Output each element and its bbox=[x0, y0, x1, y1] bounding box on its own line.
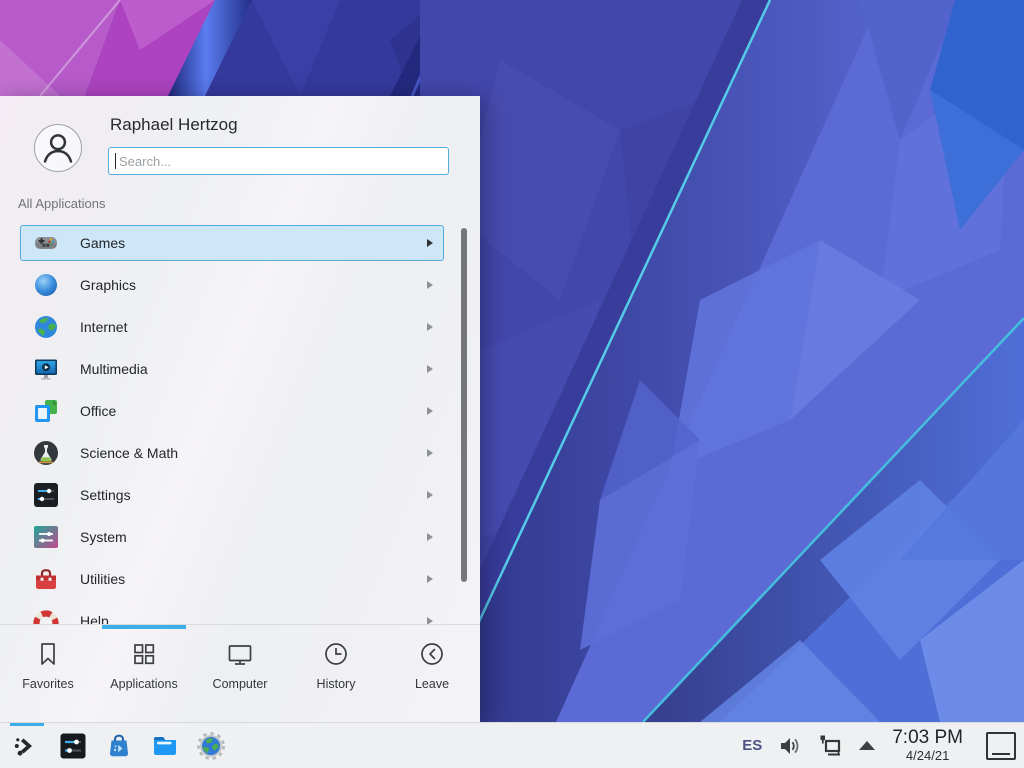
bookmark-icon bbox=[33, 639, 63, 669]
application-launcher-popup: Raphael Hertzog All Applications bbox=[0, 96, 480, 722]
submenu-arrow-icon bbox=[427, 323, 433, 331]
category-label: Office bbox=[80, 403, 116, 419]
tab-leave[interactable]: Leave bbox=[384, 625, 480, 722]
category-office[interactable]: Office bbox=[0, 390, 480, 432]
clock-time: 7:03 PM bbox=[892, 727, 963, 749]
category-utilities[interactable]: Utilities bbox=[0, 558, 480, 600]
tab-label: Applications bbox=[110, 677, 177, 691]
submenu-arrow-icon bbox=[427, 281, 433, 289]
category-label: System bbox=[80, 529, 127, 545]
category-graphics[interactable]: Graphics bbox=[0, 264, 480, 306]
sliders-icon bbox=[32, 481, 60, 509]
category-help[interactable]: Help bbox=[0, 600, 480, 624]
launcher-tabbar: Favorites Applications Computer bbox=[0, 625, 480, 722]
category-list: Games Graphics bbox=[0, 222, 480, 624]
leave-icon bbox=[417, 639, 447, 669]
category-label: Settings bbox=[80, 487, 131, 503]
app-launcher-button[interactable] bbox=[12, 731, 42, 761]
discover-button[interactable] bbox=[104, 731, 134, 761]
text-caret bbox=[115, 153, 116, 169]
show-desktop-button[interactable] bbox=[986, 732, 1016, 760]
category-internet[interactable]: Internet bbox=[0, 306, 480, 348]
globe-icon bbox=[32, 313, 60, 341]
tab-label: Computer bbox=[213, 677, 268, 691]
tab-favorites[interactable]: Favorites bbox=[0, 625, 96, 722]
category-label: Internet bbox=[80, 319, 127, 335]
submenu-arrow-icon bbox=[427, 407, 433, 415]
tab-applications[interactable]: Applications bbox=[96, 625, 192, 722]
category-label: Games bbox=[80, 235, 125, 251]
tab-computer[interactable]: Computer bbox=[192, 625, 288, 722]
system-settings-button[interactable] bbox=[58, 731, 88, 761]
documents-icon bbox=[32, 397, 60, 425]
section-label: All Applications bbox=[18, 196, 105, 211]
digital-clock[interactable]: 7:03 PM 4/24/21 bbox=[892, 727, 963, 764]
system-settings-icon bbox=[58, 731, 88, 761]
computer-icon bbox=[225, 639, 255, 669]
sphere-icon bbox=[32, 271, 60, 299]
submenu-arrow-icon bbox=[427, 575, 433, 583]
category-label: Science & Math bbox=[80, 445, 178, 461]
submenu-arrow-icon bbox=[427, 491, 433, 499]
gamepad-icon bbox=[32, 229, 60, 257]
submenu-arrow-icon bbox=[427, 239, 433, 247]
desktop: Raphael Hertzog All Applications bbox=[0, 0, 1024, 768]
taskbar-panel: ES 7:03 PM 4/24/21 bbox=[0, 722, 1024, 768]
keyboard-layout-indicator[interactable]: ES bbox=[742, 737, 762, 754]
category-label: Help bbox=[80, 613, 109, 624]
category-multimedia[interactable]: Multimedia bbox=[0, 348, 480, 390]
category-games[interactable]: Games bbox=[0, 222, 480, 264]
network-button[interactable] bbox=[818, 733, 844, 759]
category-system[interactable]: System bbox=[0, 516, 480, 558]
category-label: Graphics bbox=[80, 277, 136, 293]
category-science-math[interactable]: Science & Math bbox=[0, 432, 480, 474]
discover-icon bbox=[104, 731, 134, 761]
system-tray: ES 7:03 PM 4/24/21 bbox=[742, 727, 1024, 764]
network-icon bbox=[818, 733, 844, 759]
browser-button[interactable] bbox=[196, 731, 226, 761]
flask-icon bbox=[32, 439, 60, 467]
file-manager-button[interactable] bbox=[150, 731, 180, 761]
user-avatar[interactable] bbox=[34, 124, 82, 172]
category-label: Multimedia bbox=[80, 361, 148, 377]
system-sliders-icon bbox=[32, 523, 60, 551]
tab-history[interactable]: History bbox=[288, 625, 384, 722]
volume-icon bbox=[777, 733, 803, 759]
submenu-arrow-icon bbox=[427, 365, 433, 373]
list-scrollbar[interactable] bbox=[461, 228, 467, 582]
submenu-arrow-icon bbox=[427, 617, 433, 625]
search-input[interactable] bbox=[108, 147, 449, 175]
grid-icon bbox=[129, 639, 159, 669]
browser-icon bbox=[196, 731, 226, 761]
file-manager-icon bbox=[150, 731, 180, 761]
expand-tray-button[interactable] bbox=[859, 741, 875, 750]
lifebuoy-icon bbox=[32, 607, 60, 624]
clock-icon bbox=[321, 639, 351, 669]
toolbox-icon bbox=[32, 565, 60, 593]
search-field-wrap bbox=[108, 147, 449, 175]
category-settings[interactable]: Settings bbox=[0, 474, 480, 516]
tab-label: Leave bbox=[415, 677, 449, 691]
taskbar-launchers bbox=[0, 731, 226, 761]
app-launcher-icon bbox=[12, 731, 42, 761]
monitor-play-icon bbox=[32, 355, 60, 383]
category-label: Utilities bbox=[80, 571, 125, 587]
tab-label: History bbox=[317, 677, 356, 691]
submenu-arrow-icon bbox=[427, 533, 433, 541]
volume-button[interactable] bbox=[777, 733, 803, 759]
user-name: Raphael Hertzog bbox=[110, 115, 238, 135]
submenu-arrow-icon bbox=[427, 449, 433, 457]
clock-date: 4/24/21 bbox=[892, 749, 963, 764]
tab-label: Favorites bbox=[22, 677, 73, 691]
